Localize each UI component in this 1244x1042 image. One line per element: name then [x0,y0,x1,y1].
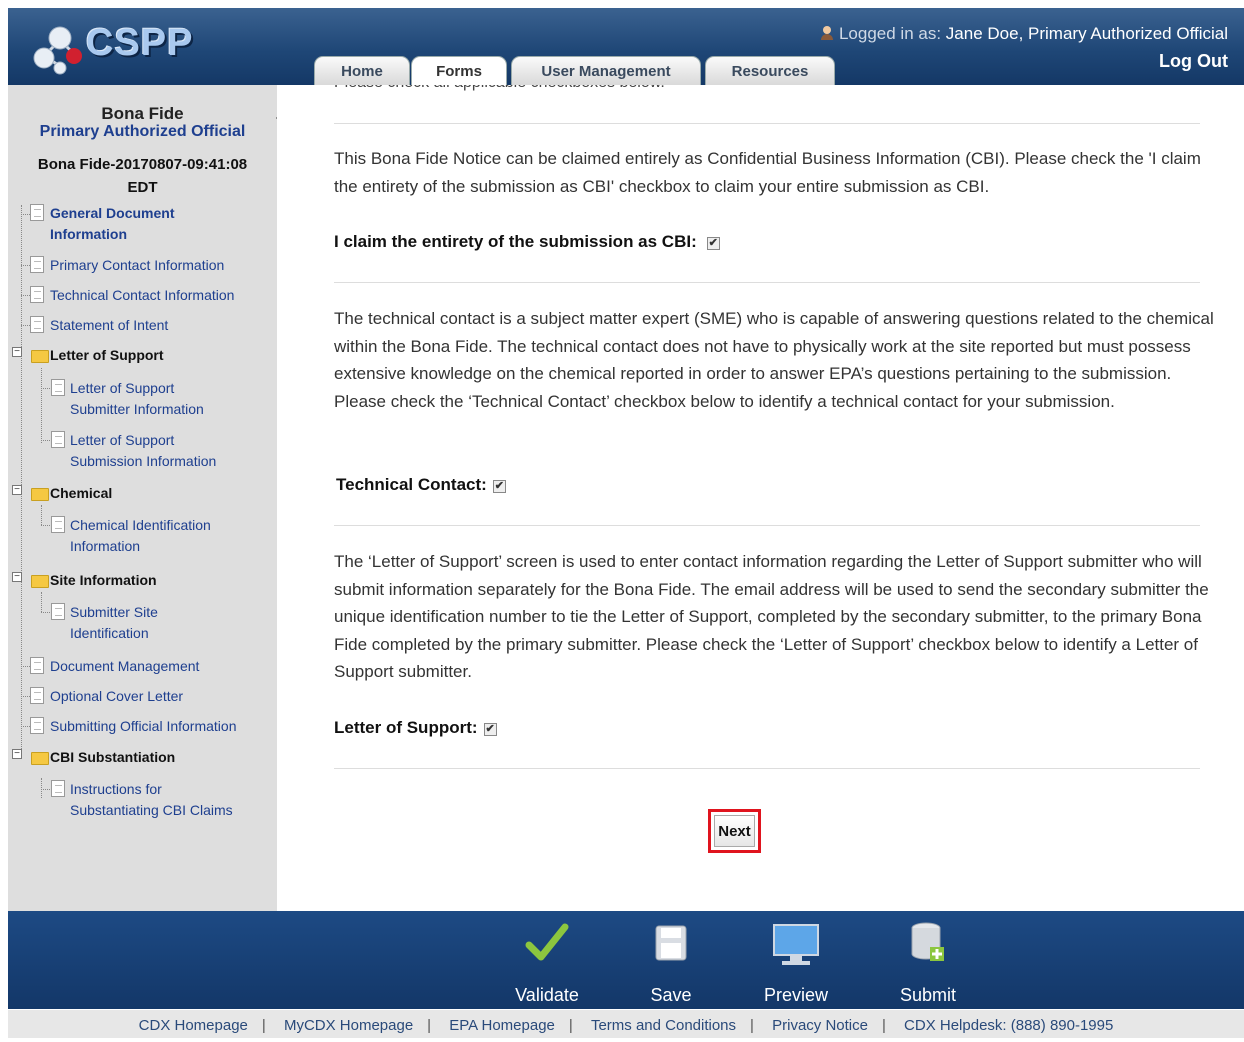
document-icon [30,316,44,333]
sidebar-item-optional-cover-letter[interactable]: Optional Cover Letter [50,686,183,707]
sidebar-item-submitting-official-information[interactable]: Submitting Official Information [50,716,237,737]
sidebar-title: Bona Fide [101,104,184,123]
next-button-highlight: Next [708,809,761,853]
document-id: Bona Fide-20170807-09:41:08 EDT [37,156,248,196]
sidebar-item-primary-contact-information[interactable]: Primary Contact Information [50,255,224,276]
folder-icon [31,575,49,588]
footer: CDX Homepage | MyCDX Homepage | EPA Homepa… [8,1010,1244,1038]
cbi-claim-checkbox[interactable]: ✔ [706,237,720,250]
cbi-paragraph: This Bona Fide Notice can be claimed ent… [334,149,1201,196]
monitor-icon [773,924,819,965]
logged-in-prefix: Logged in as: [838,24,942,43]
technical-contact-paragraph: The technical contact is a subject matte… [334,309,1214,411]
collapse-icon[interactable]: − [12,749,22,759]
tab-home[interactable]: Home [314,56,410,86]
save-label: Save [650,985,692,1005]
document-icon [30,286,44,303]
tab-resources[interactable]: Resources [705,56,835,86]
sidebar-item-statement-of-intent[interactable]: Statement of Intent [50,315,168,336]
sidebar-item-chemical[interactable]: Chemical [50,483,112,504]
sidebar-item-general-document-information[interactable]: General Document Information [50,203,220,245]
submit-label: Submit [899,985,957,1005]
database-upload-icon [911,922,944,961]
validate-action[interactable]: Validate [507,911,587,1009]
sidebar-item-submitter-site-identification[interactable]: Submitter Site Identification [70,602,190,644]
navigation-sidebar: Bona Fide Primary Authorized Official Bo… [8,85,277,911]
document-icon [51,780,65,797]
sidebar-item-document-management[interactable]: Document Management [50,656,199,677]
sidebar-item-cbi-substantiation[interactable]: CBI Substantiation [50,747,175,768]
floppy-disk-icon [655,925,687,961]
footer-link-privacy-notice[interactable]: Privacy Notice [772,1017,868,1034]
app-header: CSPP Logged in as: Jane Doe, Primary Aut… [8,8,1244,87]
action-bar: Validate Save Preview Submit [8,911,1244,1009]
footer-link-terms-and-conditions[interactable]: Terms and Conditions [591,1017,736,1034]
user-icon [820,26,834,40]
preview-label: Preview [763,985,829,1005]
document-icon [30,717,44,734]
sidebar-item-letter-of-support-submission-information[interactable]: Letter of Support Submission Information [70,430,230,472]
divider [334,525,1200,526]
logo-text: CSPP [86,22,194,64]
footer-link-cdx-homepage[interactable]: CDX Homepage [139,1017,248,1034]
document-icon [51,603,65,620]
sidebar-role: Primary Authorized Official [39,123,246,140]
document-icon [51,516,65,533]
next-button[interactable]: Next [714,815,755,847]
document-icon [51,431,65,448]
sidebar-item-letter-of-support[interactable]: Letter of Support [50,345,164,366]
technical-contact-field: Technical Contact: ✔ [336,475,506,495]
save-action[interactable]: Save [636,911,706,1009]
validate-label: Validate [515,985,579,1005]
folder-icon [31,350,49,363]
sidebar-item-chemical-identification-information[interactable]: Chemical Identification Information [70,515,230,557]
document-icon [30,256,44,273]
divider [334,768,1200,769]
document-icon [30,657,44,674]
logged-in-status: Logged in as: Jane Doe, Primary Authoriz… [820,24,1228,44]
letter-of-support-checkbox[interactable]: ✔ [483,723,497,736]
divider [334,123,1200,124]
checkmark-icon [525,923,569,961]
submit-action[interactable]: Submit [888,911,968,1009]
letter-of-support-field: Letter of Support: ✔ [334,718,497,738]
collapse-icon[interactable]: − [12,485,22,495]
instruction-text-cut: Please check all applicable checkboxes b… [334,85,1214,97]
tab-user-management[interactable]: User Management [511,56,701,86]
footer-link-mycdx-homepage[interactable]: MyCDX Homepage [284,1017,413,1034]
footer-link-cdx-helpdesk[interactable]: CDX Helpdesk: (888) 890-1995 [904,1017,1113,1034]
technical-contact-label: Technical Contact: [336,475,487,494]
cbi-claim-label: I claim the entirety of the submission a… [334,232,697,251]
letter-of-support-label: Letter of Support: [334,718,478,737]
sidebar-item-letter-of-support-submitter-information[interactable]: Letter of Support Submitter Information [70,378,220,420]
letter-of-support-paragraph: The ‘Letter of Support’ screen is used t… [334,552,1209,681]
divider [334,282,1200,283]
collapse-icon[interactable]: − [12,347,22,357]
document-icon [30,204,44,221]
folder-icon [31,752,49,765]
cbi-claim-field: I claim the entirety of the submission a… [334,232,720,252]
document-icon [30,687,44,704]
technical-contact-checkbox[interactable]: ✔ [492,480,506,493]
document-icon [51,379,65,396]
sidebar-item-technical-contact-information[interactable]: Technical Contact Information [50,285,234,306]
logout-link[interactable]: Log Out [1159,51,1228,72]
sidebar-item-site-information[interactable]: Site Information [50,570,157,591]
collapse-icon[interactable]: − [12,572,22,582]
tab-forms[interactable]: Forms [411,56,507,87]
sidebar-item-instructions-for-substantiating-cbi-claims[interactable]: Instructions for Substantiating CBI Clai… [70,779,250,821]
folder-icon [31,488,49,501]
preview-action[interactable]: Preview [756,911,836,1009]
footer-link-epa-homepage[interactable]: EPA Homepage [449,1017,555,1034]
main-content: Please check all applicable checkboxes b… [277,85,1244,911]
logged-in-user: Jane Doe, Primary Authorized Official [945,24,1228,43]
